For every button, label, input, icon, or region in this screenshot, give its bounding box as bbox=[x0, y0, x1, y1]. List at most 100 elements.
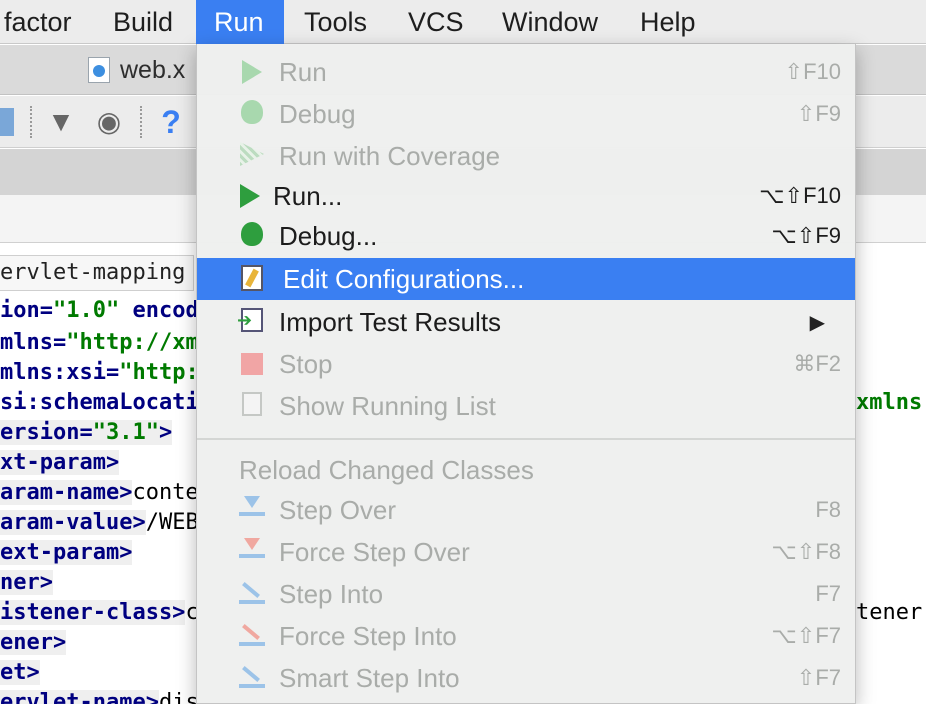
menu-item-smart-step-into[interactable]: Smart Step Into ⇧F7 bbox=[197, 658, 855, 698]
menu-item-reload-changed-classes[interactable]: Reload Changed Classes bbox=[197, 450, 855, 490]
code-line: istener-class>c bbox=[0, 598, 199, 628]
code-token: istener-class> bbox=[0, 600, 186, 625]
shortcut-label: F8 bbox=[815, 497, 841, 522]
code-token: mlns:xsi= bbox=[0, 360, 120, 385]
shortcut-label: ⇧F9 bbox=[796, 101, 841, 126]
debug-bug-icon bbox=[237, 222, 267, 250]
running-list-icon bbox=[237, 392, 267, 420]
code-token: xt-param> bbox=[0, 450, 120, 475]
submenu-arrow-icon: ▶ bbox=[809, 311, 825, 334]
run-icon bbox=[237, 58, 267, 86]
shortcut-label: ⇧F10 bbox=[784, 59, 841, 84]
menu-item-run-with-coverage[interactable]: Run with Coverage bbox=[197, 136, 855, 176]
menu-item-label: Debug bbox=[279, 98, 356, 129]
menu-item-import-test-results[interactable]: Import Test Results ▶ bbox=[197, 302, 855, 342]
code-line: ext-param> bbox=[0, 538, 133, 568]
force-step-over-icon bbox=[237, 538, 267, 566]
help-icon[interactable]: ? bbox=[154, 104, 188, 140]
menu-item-label: Import Test Results bbox=[279, 306, 502, 337]
shortcut-label: ⌥⇧F10 bbox=[759, 183, 841, 208]
menu-separator bbox=[197, 438, 855, 440]
menu-item-edit-configurations[interactable]: Edit Configurations... bbox=[197, 258, 855, 300]
menu-item-force-step-over[interactable]: Force Step Over ⌥⇧F8 bbox=[197, 532, 855, 572]
debug-bug-icon bbox=[237, 100, 267, 128]
menu-item-label: Run bbox=[279, 56, 327, 87]
code-string: "3.1" bbox=[92, 420, 159, 445]
tab-label: web.x bbox=[120, 55, 186, 84]
force-step-into-icon bbox=[237, 622, 267, 650]
shortcut-label: F7 bbox=[815, 581, 841, 606]
menu-item-force-step-into[interactable]: Force Step Into ⌥⇧F7 bbox=[197, 616, 855, 656]
menu-run[interactable]: Run bbox=[196, 0, 284, 44]
menu-item-label: Edit Configurations... bbox=[283, 263, 525, 294]
toolbar-separator bbox=[30, 106, 32, 138]
shortcut-label: ⌥⇧F9 bbox=[771, 223, 841, 248]
code-token: aram-value> bbox=[0, 510, 146, 535]
android-icon[interactable]: ◉ bbox=[92, 104, 126, 140]
menu-item-show-running-list[interactable]: Show Running List bbox=[197, 386, 855, 426]
menu-help[interactable]: Help bbox=[622, 0, 714, 44]
menu-item-label: Debug... bbox=[279, 220, 378, 251]
code-token: mlns= bbox=[0, 330, 67, 355]
coverage-icon bbox=[237, 142, 267, 170]
breadcrumb[interactable]: ervlet-mapping bbox=[0, 255, 195, 291]
code-token: ersion= bbox=[0, 420, 93, 445]
code-token: encod bbox=[119, 298, 199, 323]
menu-build[interactable]: Build bbox=[95, 0, 191, 44]
menu-item-run-dots[interactable]: Run... ⌥⇧F10 bbox=[197, 176, 855, 216]
code-token: ext-param> bbox=[0, 540, 133, 565]
menu-item-run[interactable]: Run ⇧F10 bbox=[197, 52, 855, 92]
shortcut-label: ⌘F2 bbox=[793, 351, 841, 376]
menu-item-step-into[interactable]: Step Into F7 bbox=[197, 574, 855, 614]
run-icon bbox=[235, 182, 265, 210]
xml-file-icon bbox=[88, 57, 110, 83]
menu-item-label: Force Step Over bbox=[279, 536, 470, 567]
menu-item-step-over[interactable]: Step Over F8 bbox=[197, 490, 855, 530]
code-line: ner> bbox=[0, 568, 53, 598]
code-fragment-xmlns: xmlns. bbox=[856, 390, 926, 415]
menu-item-label: Stop bbox=[279, 348, 333, 379]
code-line: ervlet-name>dis bbox=[0, 688, 199, 704]
code-fragment-listener: tener bbox=[856, 600, 923, 625]
code-line: ersion="3.1"> bbox=[0, 418, 173, 448]
code-line: xt-param> bbox=[0, 448, 120, 478]
menu-item-debug[interactable]: Debug ⇧F9 bbox=[197, 94, 855, 134]
menu-item-debug-dots[interactable]: Debug... ⌥⇧F9 bbox=[197, 216, 855, 256]
code-line: ener> bbox=[0, 628, 67, 658]
code-line: mlns="http://xm bbox=[0, 328, 199, 358]
code-token: ener> bbox=[0, 630, 67, 655]
code-token: ervlet-name> bbox=[0, 690, 159, 704]
menu-window[interactable]: Window bbox=[484, 0, 616, 44]
menu-vcs[interactable]: VCS bbox=[390, 0, 482, 44]
shortcut-label: ⇧F7 bbox=[796, 665, 841, 690]
run-menu-dropdown: Run ⇧F10 Debug ⇧F9 Run with Coverage Run… bbox=[196, 44, 856, 704]
code-line: ion="1.0" encod bbox=[0, 296, 199, 326]
menu-item-label: Run with Coverage bbox=[279, 140, 501, 171]
code-token: aram-name> bbox=[0, 480, 133, 505]
step-over-icon bbox=[237, 496, 267, 524]
code-text: /WEB bbox=[145, 510, 199, 535]
editor-tab-web-xml[interactable]: web.x bbox=[88, 49, 185, 91]
menu-refactor[interactable]: factor bbox=[0, 0, 90, 44]
code-line: aram-name>conte bbox=[0, 478, 199, 508]
menu-item-stop[interactable]: Stop ⌘F2 bbox=[197, 344, 855, 384]
menu-tools[interactable]: Tools bbox=[286, 0, 385, 44]
code-text: conte bbox=[132, 480, 199, 505]
code-line: aram-value>/WEB bbox=[0, 508, 199, 538]
code-string: "http://xm bbox=[66, 330, 199, 355]
menu-item-label: Run... bbox=[273, 180, 343, 211]
code-string: "http: bbox=[119, 360, 199, 385]
project-structure-icon[interactable] bbox=[0, 108, 14, 136]
code-line: si:schemaLocati bbox=[0, 388, 199, 418]
menu-item-label: Step Over bbox=[279, 494, 397, 525]
menu-item-label: Step Into bbox=[279, 578, 384, 609]
code-token: ner> bbox=[0, 570, 53, 595]
code-token: ion= bbox=[0, 298, 53, 323]
step-into-icon bbox=[237, 580, 267, 608]
code-token: > bbox=[158, 420, 173, 445]
android-download-icon[interactable]: ▼ bbox=[44, 104, 78, 140]
shortcut-label: ⌥⇧F7 bbox=[771, 623, 841, 648]
menu-item-label: Smart Step Into bbox=[279, 662, 460, 693]
smart-step-into-icon bbox=[237, 664, 267, 692]
stop-icon bbox=[237, 350, 267, 378]
